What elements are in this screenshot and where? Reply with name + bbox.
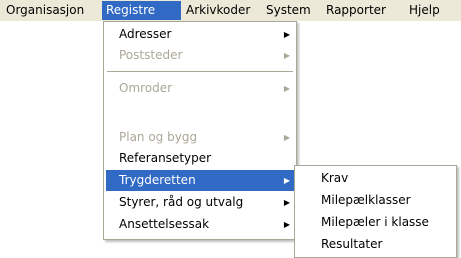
submenu-item-krav[interactable]: Krav [297, 168, 454, 189]
menu-item-referansetyper[interactable]: Referansetyper [106, 148, 294, 169]
menu-hjelp[interactable]: Hjelp [405, 1, 444, 20]
submenu-arrow-icon: ▶ [283, 176, 290, 185]
menu-bar: Organisasjon Registre Arkivkoder System … [0, 0, 461, 21]
submenu-item-milepaeler-i-klasse[interactable]: Milepæler i klasse [297, 212, 454, 233]
submenu-arrow-icon: ▶ [283, 84, 290, 93]
submenu-arrow-icon: ▶ [283, 30, 290, 39]
menu-arkivkoder[interactable]: Arkivkoder [182, 1, 254, 20]
menu-organisasjon[interactable]: Organisasjon [2, 1, 88, 20]
registre-dropdown: Adresser ▶ Poststeder ▶ Omroder ▶ Plan o… [103, 21, 297, 240]
menu-item-styrer-rad-og-utvalg[interactable]: Styrer, råd og utvalg ▶ [106, 192, 294, 213]
menu-item-label: Adresser [119, 27, 172, 41]
menu-item-label: Styrer, råd og utvalg [119, 195, 244, 209]
submenu-arrow-icon: ▶ [283, 220, 290, 229]
menu-registre[interactable]: Registre [102, 1, 181, 20]
menu-item-plan-og-bygg: Plan og bygg ▶ [106, 127, 294, 148]
menu-item-omroder: Omroder ▶ [106, 78, 294, 99]
menu-item-label: Ansettelsessak [119, 217, 210, 231]
menu-item-label: Poststeder [119, 48, 183, 62]
menu-item-label: Referansetyper [119, 151, 212, 165]
trygderetten-submenu: Krav Milepælklasser Milepæler i klasse R… [294, 165, 457, 258]
submenu-arrow-icon: ▶ [283, 51, 290, 60]
submenu-item-resultater[interactable]: Resultater [297, 234, 454, 255]
menu-item-trygderetten[interactable]: Trygderetten ▶ [106, 170, 294, 191]
submenu-arrow-icon: ▶ [283, 198, 290, 207]
menu-item-label: Trygderetten [119, 173, 196, 187]
menu-system[interactable]: System [262, 1, 315, 20]
submenu-item-milepaelklasser[interactable]: Milepælklasser [297, 190, 454, 211]
submenu-arrow-icon: ▶ [283, 133, 290, 142]
menu-item-poststeder: Poststeder ▶ [106, 45, 294, 66]
menu-item-label: Plan og bygg [119, 130, 198, 144]
menu-rapporter[interactable]: Rapporter [322, 1, 390, 20]
menu-item-adresser[interactable]: Adresser ▶ [106, 24, 294, 45]
menu-item-label: Omroder [119, 81, 173, 95]
menu-item-ansettelsessak[interactable]: Ansettelsessak ▶ [106, 214, 294, 235]
menu-separator [107, 71, 293, 72]
